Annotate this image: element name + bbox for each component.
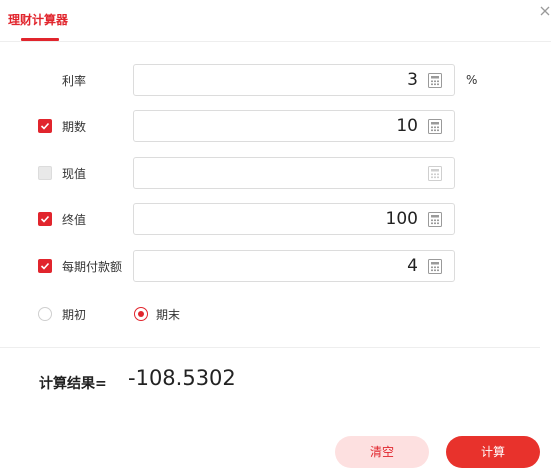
check-icon	[40, 262, 50, 270]
result-label: 计算结果=	[39, 376, 107, 392]
payment-value: 4	[407, 256, 418, 276]
close-icon[interactable]	[539, 4, 551, 20]
future-value-label: 终值	[62, 213, 87, 227]
end-of-period-label: 期末	[156, 308, 181, 322]
future-value-value: 100	[385, 209, 418, 229]
payment-label: 每期付款额	[62, 260, 123, 274]
row-periods: 期数 10	[0, 110, 551, 142]
present-value-field[interactable]	[133, 157, 455, 189]
row-payment-timing: 期初 期末	[0, 298, 551, 330]
future-value-field[interactable]: 100	[133, 203, 455, 235]
check-icon	[40, 215, 50, 223]
periods-field[interactable]: 10	[133, 110, 455, 142]
present-value-checkbox[interactable]	[38, 166, 52, 180]
payment-checkbox[interactable]	[38, 259, 52, 273]
beginning-of-period-label: 期初	[62, 308, 87, 322]
calculator-icon[interactable]	[428, 212, 442, 227]
result-value: -108.5302	[128, 366, 236, 390]
check-icon	[40, 122, 50, 130]
calculator-icon[interactable]	[428, 259, 442, 274]
tab-financial-calculator[interactable]: 理财计算器	[8, 11, 68, 28]
row-interest-rate: 利率 3 %	[0, 64, 551, 96]
payment-field[interactable]: 4	[133, 250, 455, 282]
calculator-icon[interactable]	[428, 166, 442, 181]
row-present-value: 现值	[0, 157, 551, 189]
dialog-header: 理财计算器	[0, 0, 551, 42]
radio-end-of-period[interactable]	[134, 307, 148, 321]
divider	[0, 347, 540, 348]
future-value-checkbox[interactable]	[38, 212, 52, 226]
radio-beginning-of-period[interactable]	[38, 307, 52, 321]
periods-checkbox[interactable]	[38, 119, 52, 133]
percent-unit: %	[466, 73, 478, 87]
calculator-icon[interactable]	[428, 119, 442, 134]
row-future-value: 终值 100	[0, 203, 551, 235]
calculator-icon[interactable]	[428, 73, 442, 88]
row-payment: 每期付款额 4	[0, 250, 551, 282]
periods-value: 10	[396, 116, 418, 136]
clear-button[interactable]: 清空	[335, 436, 429, 468]
active-tab-underline	[21, 38, 59, 41]
interest-rate-field[interactable]: 3	[133, 64, 455, 96]
present-value-label: 现值	[62, 167, 87, 181]
interest-rate-value: 3	[407, 70, 418, 90]
interest-rate-label: 利率	[62, 74, 87, 88]
calculate-button[interactable]: 计算	[446, 436, 540, 468]
periods-label: 期数	[62, 120, 87, 134]
